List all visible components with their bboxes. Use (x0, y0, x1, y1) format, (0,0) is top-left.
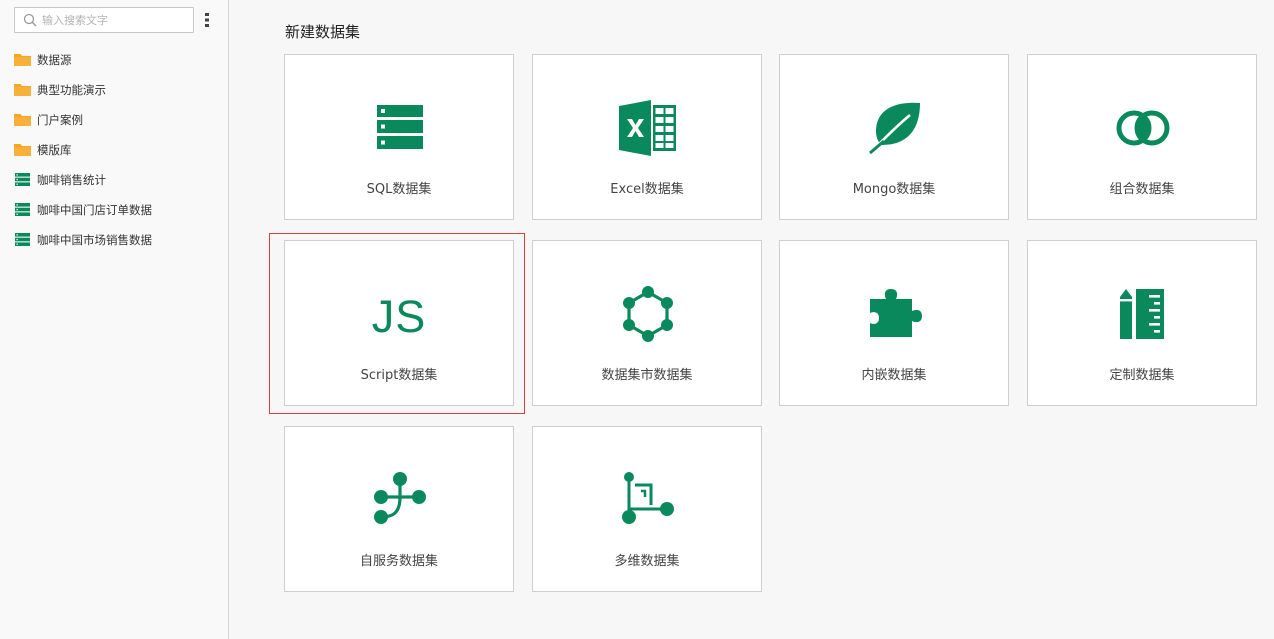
tree-item-portal-cases[interactable]: 门户案例 (0, 105, 228, 135)
card-label: 组合数据集 (1109, 182, 1175, 197)
card-label: 数据集市数据集 (601, 368, 693, 383)
card-label: 定制数据集 (1109, 368, 1175, 383)
card-sql-dataset[interactable]: SQL数据集 (284, 54, 514, 220)
tree-item-label: 咖啡销售统计 (37, 173, 106, 187)
tree-item-coffee-store-orders[interactable]: 咖啡中国门店订单数据 (0, 195, 228, 225)
page-title: 新建数据集 (285, 23, 361, 41)
folder-icon (14, 144, 31, 156)
card-mongo-dataset[interactable]: Mongo数据集 (779, 54, 1009, 220)
card-label: 多维数据集 (614, 554, 680, 569)
folder-icon (14, 54, 31, 66)
card-self-service-dataset[interactable]: 自服务数据集 (284, 426, 514, 592)
branch-nodes-icon (374, 472, 426, 524)
js-script-icon: JS (371, 291, 427, 342)
tree-item-label: 咖啡中国市场销售数据 (37, 233, 152, 247)
mongo-leaf-icon (869, 102, 920, 155)
search-box[interactable] (14, 7, 194, 33)
excel-icon (619, 100, 676, 156)
card-script-dataset[interactable]: JS Script数据集 (284, 240, 514, 406)
card-label: 自服务数据集 (359, 554, 438, 569)
tree-item-demo[interactable]: 典型功能演示 (0, 75, 228, 105)
card-embedded-dataset[interactable]: 内嵌数据集 (779, 240, 1009, 406)
main-panel: 新建数据集 SQL数据集 Excel数据集 Mongo数据集 组合数据集 JS … (230, 0, 1274, 639)
card-combined-dataset[interactable]: 组合数据集 (1027, 54, 1257, 220)
card-custom-dataset[interactable]: 定制数据集 (1027, 240, 1257, 406)
search-input[interactable] (42, 10, 190, 30)
puzzle-icon (870, 289, 922, 337)
card-label: 内嵌数据集 (861, 368, 927, 383)
more-menu-icon[interactable] (204, 12, 210, 28)
card-datamart-dataset[interactable]: 数据集市数据集 (532, 240, 762, 406)
card-label: Excel数据集 (610, 182, 684, 197)
tree-item-label: 模版库 (37, 143, 72, 157)
folder-icon (14, 84, 31, 96)
tree-item-label: 数据源 (37, 53, 72, 67)
tree-item-coffee-market-sales[interactable]: 咖啡中国市场销售数据 (0, 225, 228, 255)
tree-item-label: 门户案例 (37, 113, 83, 127)
sidebar: 数据源 典型功能演示 门户案例 模版库 (0, 0, 229, 639)
tree-item-coffee-sales[interactable]: 咖啡销售统计 (0, 165, 228, 195)
sql-database-icon (377, 105, 423, 149)
search-icon (23, 13, 37, 27)
dataset-icon (15, 203, 30, 216)
card-excel-dataset[interactable]: Excel数据集 (532, 54, 762, 220)
dataset-icon (15, 233, 30, 246)
combine-circles-icon (1116, 110, 1170, 146)
pencil-ruler-icon (1120, 289, 1164, 339)
card-label: Mongo数据集 (852, 182, 936, 197)
folder-icon (14, 114, 31, 126)
tree-item-label: 典型功能演示 (37, 83, 106, 97)
dataset-icon (15, 173, 30, 186)
tree-item-template-library[interactable]: 模版库 (0, 135, 228, 165)
hexagon-network-icon (623, 286, 673, 342)
card-label: SQL数据集 (366, 182, 432, 197)
tree-item-data-source[interactable]: 数据源 (0, 45, 228, 75)
cube-axis-icon (622, 472, 674, 524)
resource-tree: 数据源 典型功能演示 门户案例 模版库 咖啡销售统计 咖啡中国门店订单数据 咖啡… (0, 45, 228, 255)
tree-item-label: 咖啡中国门店订单数据 (37, 203, 152, 217)
card-label: Script数据集 (360, 368, 438, 383)
card-olap-dataset[interactable]: 多维数据集 (532, 426, 762, 592)
